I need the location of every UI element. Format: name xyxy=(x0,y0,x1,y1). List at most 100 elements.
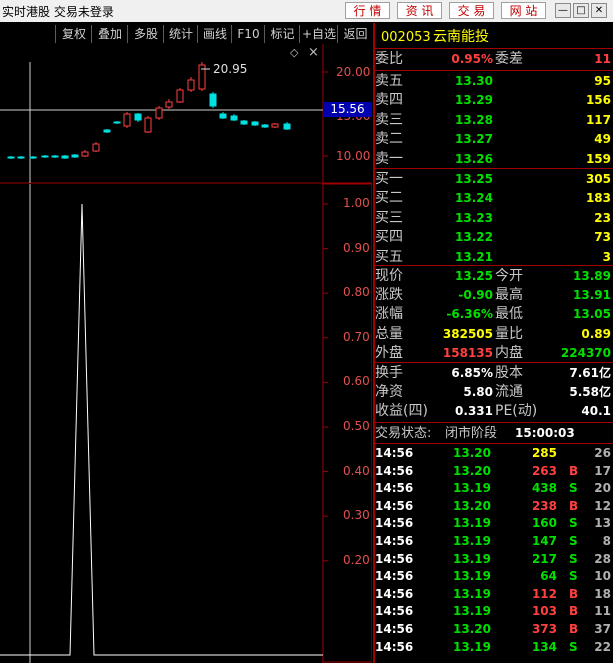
level-price: 13.28 xyxy=(455,112,493,127)
trade-button[interactable]: 交 易 xyxy=(449,2,494,19)
tick-row[interactable]: 14:56 13.19 147 S 8 xyxy=(373,532,613,550)
level-price: 13.22 xyxy=(455,230,493,245)
toolbar-add-favorite[interactable]: +自选 xyxy=(299,25,338,43)
quote-button[interactable]: 行 情 xyxy=(345,2,390,19)
candle-body xyxy=(113,121,121,124)
tick-count: 26 xyxy=(594,446,611,460)
toolbar-draw-line[interactable]: 画线 xyxy=(197,25,232,43)
tick-direction: B xyxy=(569,498,579,513)
tick-time: 14:56 xyxy=(375,516,414,531)
finance-label: PE(动) xyxy=(495,403,538,420)
candle-body xyxy=(187,79,195,91)
stat-value: 13.05 xyxy=(573,307,611,322)
toolbar-statistics[interactable]: 统计 xyxy=(163,25,198,43)
tick-row[interactable]: 14:56 13.20 373 B 37 xyxy=(373,620,613,638)
tick-row[interactable]: 14:56 13.19 217 S 28 xyxy=(373,550,613,568)
tick-volume: 373 xyxy=(531,622,557,636)
candle-body xyxy=(271,123,279,128)
ask-level-row[interactable]: 卖四 13.29 156 xyxy=(373,91,613,110)
restore-icon[interactable]: □ xyxy=(573,3,589,18)
ask-level-row[interactable]: 卖一 13.26 159 xyxy=(373,150,613,169)
indicator-axis-label: 0.70 xyxy=(343,329,370,344)
candle-body xyxy=(41,155,49,158)
bid-level-row[interactable]: 买五 13.21 3 xyxy=(373,248,613,267)
candle-body xyxy=(29,156,37,159)
tick-row[interactable]: 14:56 13.20 263 B 17 xyxy=(373,462,613,480)
bid-level-row[interactable]: 买二 13.24 183 xyxy=(373,189,613,208)
tick-time: 14:56 xyxy=(375,622,414,636)
indicator-axis-label: 1.00 xyxy=(343,196,370,210)
toolbar-multi-stock[interactable]: 多股 xyxy=(127,25,164,43)
level-label: 买二 xyxy=(375,190,403,207)
tick-row[interactable]: 14:56 13.19 134 S 22 xyxy=(373,638,613,656)
bid-level-row[interactable]: 买三 13.23 23 xyxy=(373,209,613,228)
tick-price: 13.19 xyxy=(453,604,491,619)
finance-value: 5.80 xyxy=(463,385,493,400)
level-label: 卖四 xyxy=(375,92,403,109)
candle-body xyxy=(283,123,291,130)
indicator-axis-label: 0.50 xyxy=(343,419,370,433)
level-volume: 156 xyxy=(585,93,611,108)
tick-row[interactable]: 14:56 13.20 238 B 12 xyxy=(373,497,613,515)
close-pane-icon[interactable]: × xyxy=(308,45,319,60)
bid-level-row[interactable]: 买四 13.22 73 xyxy=(373,228,613,247)
stat-value: 0.89 xyxy=(581,326,611,341)
weicha-label: 委差 xyxy=(495,51,523,67)
candle-body xyxy=(134,113,142,121)
weibi-value: 0.95% xyxy=(451,52,493,66)
stat-label: 最高 xyxy=(495,287,523,304)
indicator-axis-label: 0.40 xyxy=(343,463,370,478)
finance-label: 股本 xyxy=(495,365,523,381)
level-price: 13.24 xyxy=(455,191,493,206)
tick-volume: 112 xyxy=(531,586,557,601)
website-button[interactable]: 网 站 xyxy=(501,2,546,19)
toolbar-adjust-rights[interactable]: 复权 xyxy=(55,25,92,43)
tick-price: 13.20 xyxy=(453,622,491,636)
tick-time: 14:56 xyxy=(375,463,414,478)
tick-volume: 285 xyxy=(531,446,557,460)
candle-body xyxy=(71,154,79,158)
tick-row[interactable]: 14:56 13.19 103 B 11 xyxy=(373,602,613,620)
level-price: 13.25 xyxy=(455,172,493,186)
tick-volume: 263 xyxy=(531,463,557,478)
level-label: 买三 xyxy=(375,209,403,226)
chart-area[interactable]: 20.95 ◇ × 20.00 15.00 10.00 15.56 1.000.… xyxy=(0,44,372,663)
tick-row[interactable]: 14:56 13.19 160 S 13 xyxy=(373,514,613,532)
trade-status-value: 闭市阶段 xyxy=(445,426,498,441)
weibi-row: 委比 0.95% 委差 11 xyxy=(373,50,613,69)
chart-toolbar: 复权 叠加 多股 统计 画线 F10 标记 +自选 返回 xyxy=(0,23,372,44)
tick-row[interactable]: 14:56 13.20 285 26 xyxy=(373,444,613,462)
finance-row: 收益(四) 0.331 PE(动) 40.1 xyxy=(373,402,613,421)
bid-level-row[interactable]: 买一 13.25 305 xyxy=(373,170,613,189)
toolbar-back[interactable]: 返回 xyxy=(337,25,373,43)
trade-status-label: 交易状态: xyxy=(375,426,432,441)
candle-body xyxy=(155,107,163,119)
diamond-icon[interactable]: ◇ xyxy=(290,46,298,59)
level-volume: 95 xyxy=(594,74,611,88)
tick-row[interactable]: 14:56 13.19 112 B 18 xyxy=(373,585,613,603)
ask-level-row[interactable]: 卖二 13.27 49 xyxy=(373,130,613,149)
level-volume: 183 xyxy=(585,191,611,206)
stat-value: 224370 xyxy=(560,345,611,360)
finance-label: 净资 xyxy=(375,384,403,401)
news-button[interactable]: 资 讯 xyxy=(397,2,442,19)
tick-time: 14:56 xyxy=(375,604,414,619)
toolbar-f10[interactable]: F10 xyxy=(231,25,265,43)
level-label: 买五 xyxy=(375,248,403,265)
close-icon[interactable]: ✕ xyxy=(591,3,607,18)
toolbar-mark[interactable]: 标记 xyxy=(264,25,300,43)
minimize-icon[interactable]: — xyxy=(555,3,571,18)
tick-row[interactable]: 14:56 13.19 438 S 20 xyxy=(373,479,613,497)
level-volume: 73 xyxy=(594,230,611,245)
ask-level-row[interactable]: 卖五 13.30 95 xyxy=(373,72,613,91)
ask-level-row[interactable]: 卖三 13.28 117 xyxy=(373,111,613,130)
chart-svg[interactable] xyxy=(0,44,372,663)
level-label: 买四 xyxy=(375,229,403,246)
toolbar-overlay[interactable]: 叠加 xyxy=(91,25,128,43)
high-price-label: 20.95 xyxy=(213,62,248,76)
candle-body xyxy=(261,124,269,128)
indicator-ticks xyxy=(323,203,328,562)
tick-row[interactable]: 14:56 13.19 64 S 10 xyxy=(373,567,613,585)
stock-code: 002053 xyxy=(381,30,431,45)
tick-direction: S xyxy=(569,534,578,548)
